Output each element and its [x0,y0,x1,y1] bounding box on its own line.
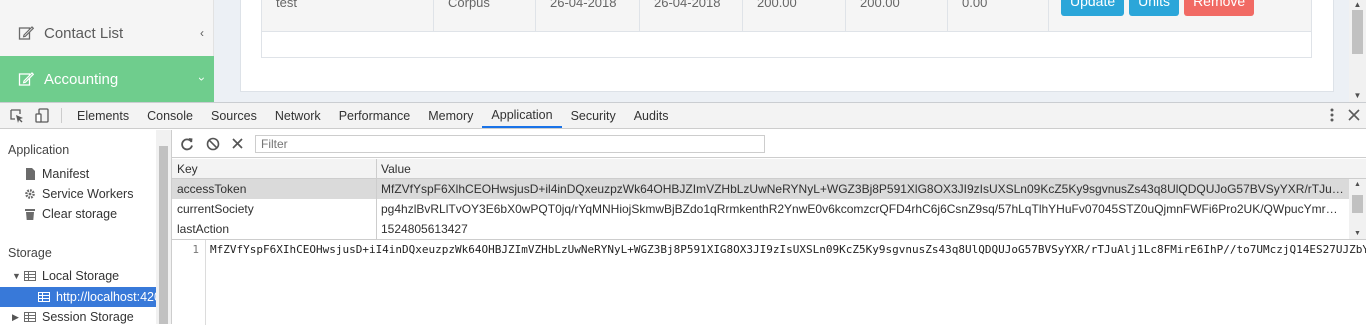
application-sidebar: Application Manifest Service Workers Cle… [0,130,172,324]
table-cell: 26-04-2018 [640,0,743,31]
tab-application[interactable]: Application [482,103,562,128]
table-grid-icon [38,291,50,303]
tab-security[interactable]: Security [562,103,625,128]
value-preview: 1 MfZVfYspF6XIhCEOHwsjusD+iI4inDQxeuzpzW… [172,239,1366,325]
scroll-up-icon[interactable]: ▲ [1349,0,1366,9]
collapse-triangle-icon[interactable]: ▶ [12,312,19,323]
devtools-tabbar: Elements Console Sources Network Perform… [0,103,1366,129]
table-grid-icon [24,270,36,282]
scroll-down-icon[interactable]: ▼ [1349,91,1366,100]
sidebar-item-label: Contact List [44,24,124,42]
expand-triangle-icon[interactable]: ▼ [12,271,21,281]
units-button[interactable]: Units [1129,0,1180,16]
tab-network[interactable]: Network [266,103,330,128]
scrollbar-thumb[interactable] [1352,10,1363,54]
sidebar-item-session-storage[interactable]: Session Storage [24,308,134,326]
tab-sources[interactable]: Sources [202,103,266,128]
storage-view: Key Value accessToken MfZVfYspF6XlhCEOHw… [172,130,1366,325]
sidebar-item-label: http://localhost:4200 [56,290,157,304]
row-actions: Update Units Remove [1049,0,1311,31]
update-button[interactable]: Update [1061,0,1125,16]
trash-icon [24,208,36,220]
remove-button[interactable]: Remove [1184,0,1255,16]
scroll-down-icon[interactable]: ▼ [1349,230,1366,237]
sidebar-item-local-storage[interactable]: Local Storage [24,267,119,285]
edit-icon [18,25,34,41]
table-cell: 0.00 [948,0,1049,31]
edit-icon [18,71,34,87]
sidebar-item-localhost[interactable]: http://localhost:4200 [0,287,157,307]
table-row: test Corpus 26-04-2018 26-04-2018 200.00… [262,0,1311,32]
tab-audits[interactable]: Audits [625,103,678,128]
chevron-left-icon: ‹ [200,26,204,40]
section-storage: Storage [8,246,52,260]
table-cell: Corpus [434,0,536,31]
devtools-controls [1330,103,1360,129]
sidebar-item-clear-storage[interactable]: Clear storage [24,205,117,223]
sidebar-item-label: Clear storage [42,207,118,221]
filter-input[interactable] [255,134,765,153]
table-row[interactable]: accessToken MfZVfYspF6XlhCEOHwsjusD+il4i… [172,179,1366,199]
table-scrollbar[interactable]: ▲ ▼ [1349,179,1366,239]
sidebar-item-label: Service Workers [42,187,134,201]
row-key: currentSociety [172,199,377,219]
gear-icon [24,188,36,200]
tab-console[interactable]: Console [138,103,202,128]
table-row-empty [262,32,1311,57]
table-cell: 200.00 [743,0,846,31]
row-value: 1524805613427 [381,222,468,236]
chevron-down-icon: › [195,77,209,81]
scrollbar-thumb[interactable] [159,146,168,324]
data-grid: test Corpus 26-04-2018 26-04-2018 200.00… [261,0,1312,58]
preview-text[interactable]: MfZVfYspF6XIhCEOHwsjusD+iI4inDQxeuzpzWk6… [210,240,1366,260]
table-grid-icon [24,311,36,323]
sidebar-scrollbar[interactable] [156,130,171,324]
section-application: Application [8,143,70,157]
sidebar-item-accounting[interactable]: Accounting › [0,56,214,102]
tab-performance[interactable]: Performance [330,103,420,128]
key-value-table: Key Value accessToken MfZVfYspF6XlhCEOHw… [172,159,1366,239]
more-options-icon[interactable] [1330,108,1334,125]
row-value: pg4hzlBvRLlTvOY3E6bX0wPQT0jq/rYqMNHiojSk… [381,202,1349,216]
inspect-element-icon[interactable] [3,103,29,128]
scrollbar-thumb[interactable] [1352,195,1363,213]
tab-elements[interactable]: Elements [68,103,138,128]
table-cell: test [262,0,434,31]
sidebar-item-service-workers[interactable]: Service Workers [24,185,133,203]
row-key: accessToken [172,179,377,199]
app-viewport: Contact List ‹ Accounting › test Corpus … [0,0,1366,102]
sidebar-item-label: Manifest [42,167,90,181]
column-header-key[interactable]: Key [172,159,377,178]
toolbar-divider [61,108,62,123]
sidebar-item-label: Local Storage [42,269,120,283]
sidebar-item-label: Session Storage [42,310,134,324]
table-cell: 26-04-2018 [536,0,640,31]
table-row[interactable]: lastAction 1524805613427 [172,219,1366,239]
file-icon [24,168,36,180]
app-sidebar: Contact List ‹ Accounting › [0,0,214,102]
sidebar-item-label: Accounting [44,70,119,88]
sidebar-item-manifest[interactable]: Manifest [24,165,89,183]
table-cell: 200.00 [846,0,948,31]
close-icon[interactable] [1348,108,1360,124]
line-number: 1 [172,240,206,325]
delete-selected-icon[interactable] [232,138,243,149]
tab-memory[interactable]: Memory [419,103,482,128]
sidebar-item-contact-list[interactable]: Contact List ‹ [0,11,214,55]
row-value: MfZVfYspF6XlhCEOHwsjusD+il4inDQxeuzpzWk6… [381,182,1349,196]
devtools-panel: Elements Console Sources Network Perform… [0,102,1366,325]
content-card: test Corpus 26-04-2018 26-04-2018 200.00… [240,0,1334,92]
column-header-value[interactable]: Value [377,159,1349,178]
device-toolbar-icon[interactable] [29,103,55,128]
clear-all-icon[interactable] [206,137,220,151]
refresh-icon[interactable] [180,137,194,151]
table-row[interactable]: currentSociety pg4hzlBvRLlTvOY3E6bX0wPQT… [172,199,1366,219]
storage-toolbar [172,130,1366,158]
scroll-up-icon[interactable]: ▲ [1349,181,1366,188]
row-key: lastAction [172,219,377,239]
page-scrollbar[interactable]: ▲ ▼ [1349,0,1366,102]
table-header: Key Value [172,159,1366,179]
